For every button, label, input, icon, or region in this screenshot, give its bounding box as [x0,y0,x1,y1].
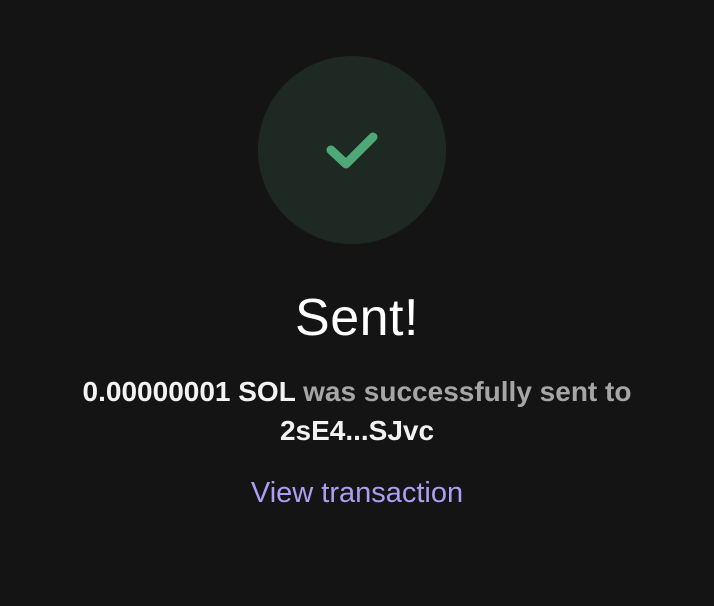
send-success-screen: Sent! 0.00000001 SOL was successfully se… [0,0,714,606]
view-transaction-link-container: View transaction [0,474,714,512]
success-message: 0.00000001 SOL was successfully sent to … [0,372,714,450]
recipient-address: 2sE4...SJvc [279,415,435,446]
sent-amount: 0.00000001 SOL [82,376,296,407]
success-indicator [258,56,446,244]
checkmark-icon [326,132,378,169]
message-text: was successfully sent to [303,376,632,407]
view-transaction-link[interactable]: View transaction [251,477,463,509]
page-title: Sent! [295,289,419,347]
